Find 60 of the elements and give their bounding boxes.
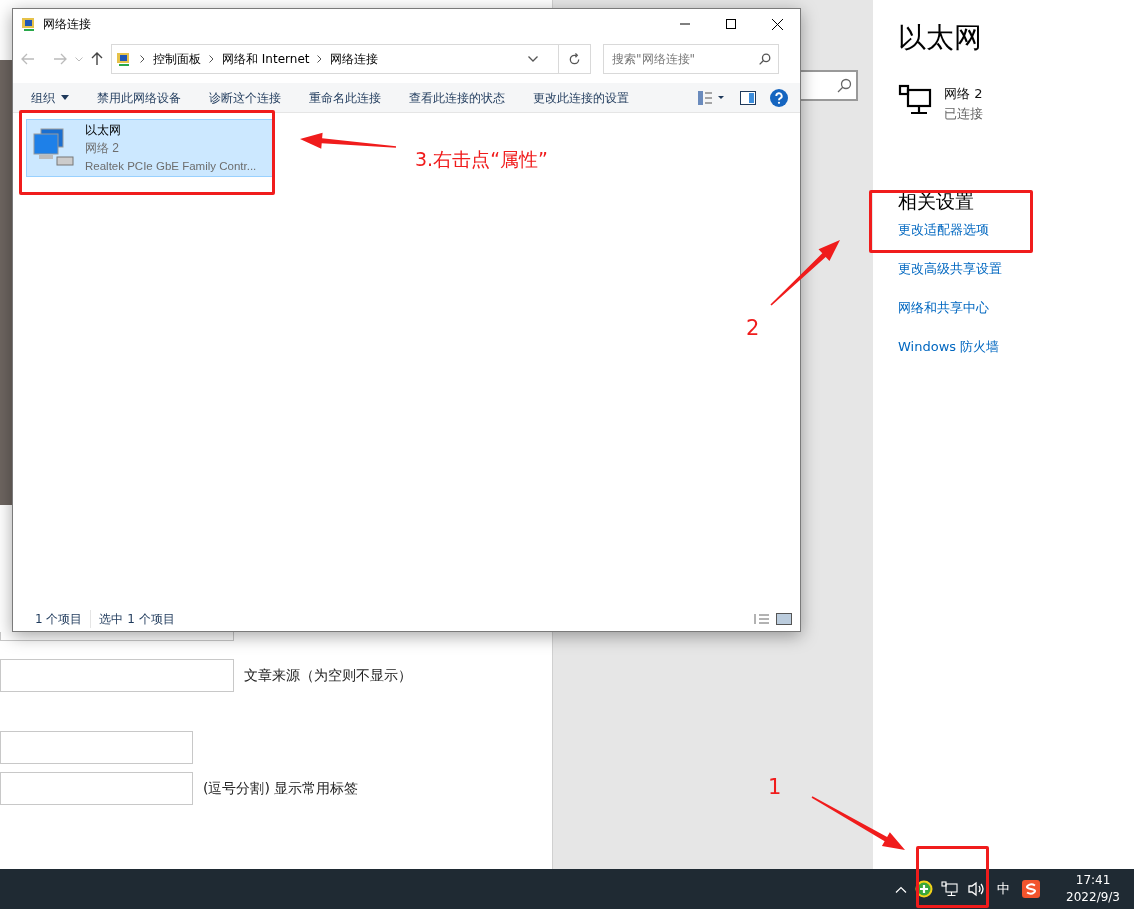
settings-link[interactable]: 网络和共享中心: [898, 297, 989, 318]
chevron-right-icon: [209, 55, 214, 63]
maximize-icon: [726, 19, 736, 29]
search-icon: [758, 53, 771, 66]
search-icon: [836, 77, 852, 94]
chevron-right-icon: [140, 55, 145, 63]
wired-network-icon: [898, 84, 934, 116]
input-field[interactable]: [0, 659, 234, 692]
annotation-label: 2: [746, 318, 760, 339]
organize-menu-button[interactable]: 组织: [31, 88, 69, 107]
caret-down-icon[interactable]: [528, 56, 538, 62]
field-label: (逗号分割) 显示常用标签: [203, 779, 359, 798]
settings-link[interactable]: 更改高级共享设置: [898, 258, 1002, 279]
connection-name: 以太网: [85, 122, 122, 139]
input-field[interactable]: [0, 632, 234, 641]
up-arrow-icon[interactable]: [91, 52, 103, 66]
chevron-right-icon: [317, 55, 323, 63]
status-text: 选中 1 个项目: [90, 610, 183, 628]
network-status: 已连接: [944, 104, 983, 123]
clock[interactable]: 17:41 2022/9/3: [1066, 872, 1120, 906]
breadcrumb-item[interactable]: 网络连接: [330, 50, 379, 68]
large-icons-view-icon[interactable]: [776, 613, 792, 625]
sogou-icon[interactable]: [1022, 880, 1041, 898]
arrow: [770, 240, 840, 306]
network-name: 网络 2: [944, 85, 983, 103]
command-button[interactable]: 重命名此连接: [309, 88, 381, 107]
command-button[interactable]: 查看此连接的状态: [409, 88, 505, 107]
search-field[interactable]: [801, 70, 858, 101]
command-button[interactable]: 更改此连接的设置: [533, 88, 629, 107]
page-title: 以太网: [898, 20, 983, 56]
network-folder-icon: [116, 51, 132, 67]
input-method-indicator[interactable]: 中: [993, 879, 1015, 899]
window-title: 网络连接: [43, 16, 91, 33]
breadcrumb-item[interactable]: 控制面板: [153, 50, 201, 68]
refresh-icon: [568, 52, 581, 66]
caret-down-icon: [61, 95, 69, 100]
settings-link[interactable]: Windows 防火墙: [898, 336, 1000, 357]
chevron-up-icon[interactable]: [895, 885, 908, 893]
annotation-label: 3.右击点“属性”: [415, 150, 548, 169]
section-heading: 相关设置: [898, 189, 975, 213]
view-options-icon[interactable]: [698, 90, 726, 105]
adapter-name: Realtek PCIe GbE Family Contr...: [85, 159, 257, 174]
input-field[interactable]: [0, 772, 193, 805]
command-button[interactable]: 禁用此网络设备: [97, 88, 181, 107]
address-bar[interactable]: 控制面板 网络和 Internet 网络连接: [111, 44, 591, 74]
network-name: 网络 2: [85, 140, 120, 157]
breadcrumb-item[interactable]: 网络和 Internet: [222, 50, 310, 68]
connection-item[interactable]: 以太网 网络 2 Realtek PCIe GbE Family Contr...: [26, 119, 274, 177]
annotation-label: 1: [768, 777, 782, 798]
status-text: 1 个项目: [34, 611, 84, 628]
preview-pane-icon[interactable]: [740, 90, 756, 105]
field-label: 文章来源（为空则不显示）: [244, 666, 412, 685]
help-icon[interactable]: [770, 88, 788, 107]
speaker-icon[interactable]: [967, 881, 986, 897]
command-button[interactable]: 诊断这个连接: [209, 88, 281, 107]
network-folder-icon: [21, 16, 37, 32]
input-field[interactable]: [0, 731, 193, 764]
close-icon: [771, 18, 783, 30]
settings-link[interactable]: 更改适配器选项: [898, 219, 989, 240]
network-icon[interactable]: [941, 881, 960, 897]
